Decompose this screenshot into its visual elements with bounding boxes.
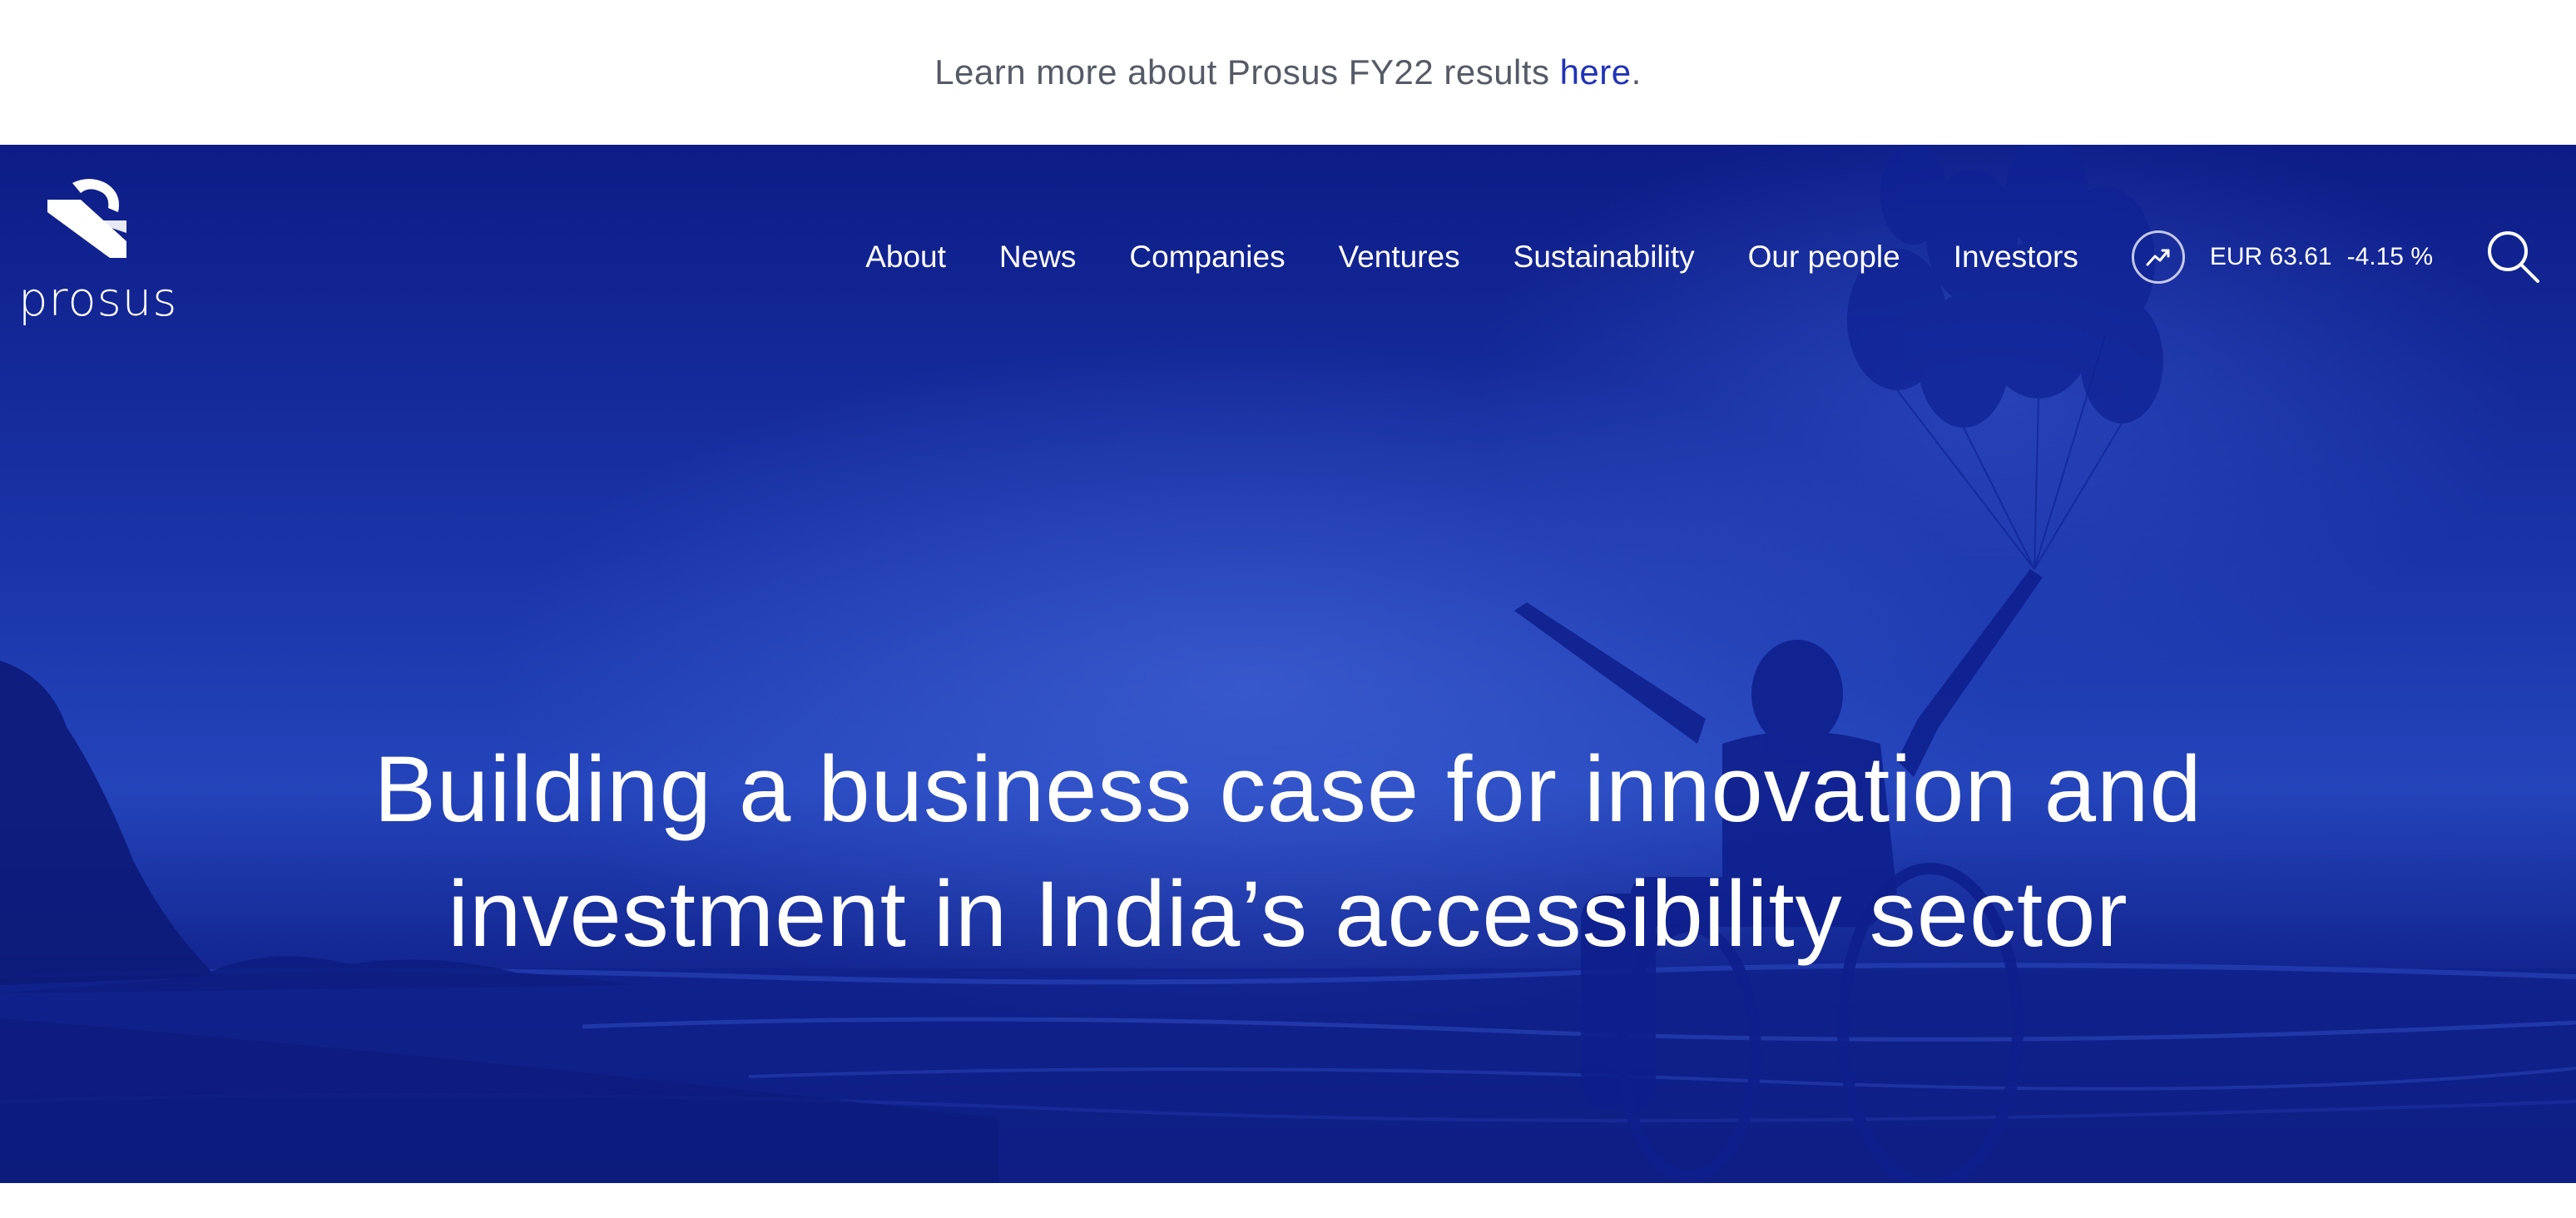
- hero-headline: Building a business case for innovation …: [0, 727, 2576, 977]
- nav-item-news[interactable]: News: [999, 240, 1077, 275]
- main-nav: About News Companies Ventures Sustainabi…: [865, 220, 2576, 295]
- hero-background-image: [0, 145, 2576, 1183]
- nav-item-investors[interactable]: Investors: [1954, 240, 2078, 275]
- hero-title-line-2: investment in India’s accessibility sect…: [448, 862, 2128, 966]
- announcement-link[interactable]: here: [1560, 52, 1632, 92]
- hero-title-line-1: Building a business case for innovation …: [374, 737, 2202, 841]
- search-icon: [2488, 231, 2539, 283]
- brand-name: prosus: [18, 273, 178, 327]
- nav-item-sustainability[interactable]: Sustainability: [1513, 240, 1695, 275]
- announcement-period: .: [1631, 52, 1642, 92]
- stock-change: -4.15 %: [2346, 243, 2433, 270]
- announcement-text: Learn more about Prosus FY22 results: [934, 52, 1550, 92]
- nav-item-ventures[interactable]: Ventures: [1339, 240, 1460, 275]
- trend-up-icon: [2131, 230, 2185, 284]
- nav-item-about[interactable]: About: [865, 240, 946, 275]
- prosus-logo-icon: [47, 179, 126, 258]
- announcement-bar: Learn more about Prosus FY22 results her…: [0, 0, 2576, 145]
- search-button[interactable]: [2484, 228, 2543, 286]
- nav-item-our-people[interactable]: Our people: [1748, 240, 1900, 275]
- stock-ticker[interactable]: EUR 63.61 -4.15 %: [2131, 230, 2433, 284]
- stock-price: EUR 63.61: [2209, 243, 2332, 270]
- nav-item-companies[interactable]: Companies: [1129, 240, 1285, 275]
- hero-section: prosus About News Companies Ventures Sus…: [0, 145, 2576, 1183]
